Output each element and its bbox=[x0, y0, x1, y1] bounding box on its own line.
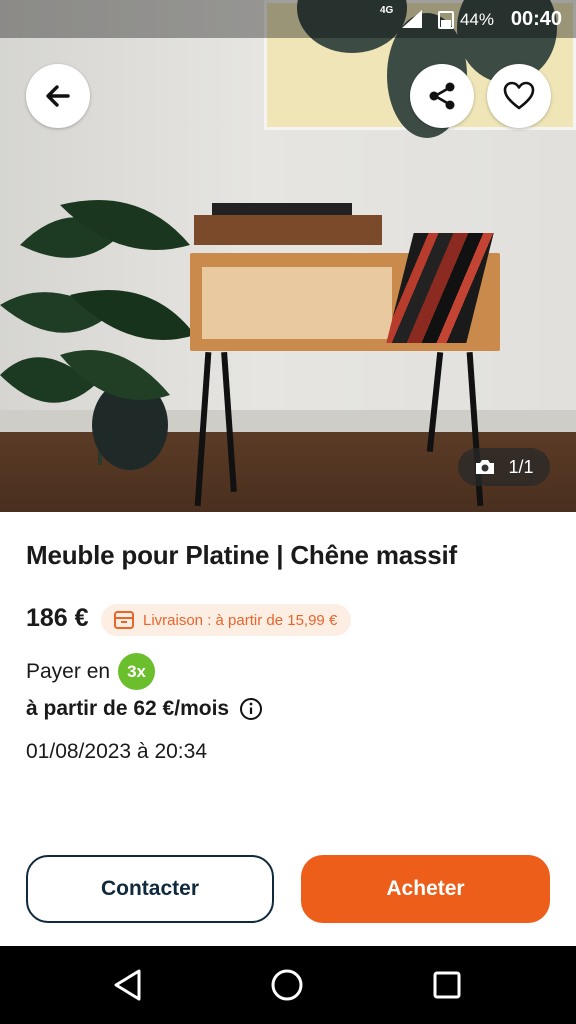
product-photo[interactable]: 4G 44% 00:40 1/1 bbox=[0, 0, 576, 512]
back-arrow-icon bbox=[46, 85, 70, 107]
package-icon bbox=[114, 611, 134, 629]
share-button[interactable] bbox=[410, 64, 474, 128]
monthly-price-text: à partir de 62 €/mois bbox=[26, 697, 230, 720]
buy-button[interactable]: Acheter bbox=[301, 855, 550, 923]
photo-plant bbox=[0, 200, 195, 470]
nav-recents-icon[interactable] bbox=[432, 970, 462, 1000]
status-bar: 4G 44% 00:40 bbox=[0, 0, 576, 38]
installment-badge: 3x bbox=[118, 653, 156, 690]
delivery-text: Livraison : à partir de 15,99 € bbox=[143, 611, 338, 629]
product-price: 186 € bbox=[26, 604, 89, 632]
monthly-price[interactable]: à partir de 62 €/mois bbox=[26, 697, 263, 721]
product-title: Meuble pour Platine | Chêne massif bbox=[26, 540, 458, 570]
battery-icon bbox=[438, 11, 454, 29]
signal-icon bbox=[402, 10, 422, 28]
delivery-badge[interactable]: Livraison : à partir de 15,99 € bbox=[101, 604, 352, 636]
info-icon[interactable] bbox=[239, 697, 263, 721]
photo-furniture bbox=[186, 203, 504, 355]
network-indicator: 4G bbox=[380, 5, 394, 16]
photo-counter[interactable]: 1/1 bbox=[458, 448, 550, 486]
heart-icon bbox=[503, 81, 535, 110]
contact-button[interactable]: Contacter bbox=[26, 855, 274, 923]
clock: 00:40 bbox=[510, 8, 562, 30]
photo-counter-text: 1/1 bbox=[508, 456, 534, 477]
battery-percent: 44% bbox=[459, 10, 494, 29]
favorite-button[interactable] bbox=[487, 64, 551, 128]
installment-row: Payer en 3x bbox=[26, 653, 156, 690]
share-icon bbox=[429, 82, 455, 110]
system-nav-bar bbox=[0, 946, 576, 1024]
camera-icon bbox=[476, 460, 495, 474]
back-button[interactable] bbox=[26, 64, 90, 128]
nav-back-icon[interactable] bbox=[112, 968, 144, 1002]
listing-date: 01/08/2023 à 20:34 bbox=[26, 740, 208, 763]
nav-home-icon[interactable] bbox=[270, 968, 304, 1002]
pay-in-label: Payer en bbox=[26, 659, 111, 683]
